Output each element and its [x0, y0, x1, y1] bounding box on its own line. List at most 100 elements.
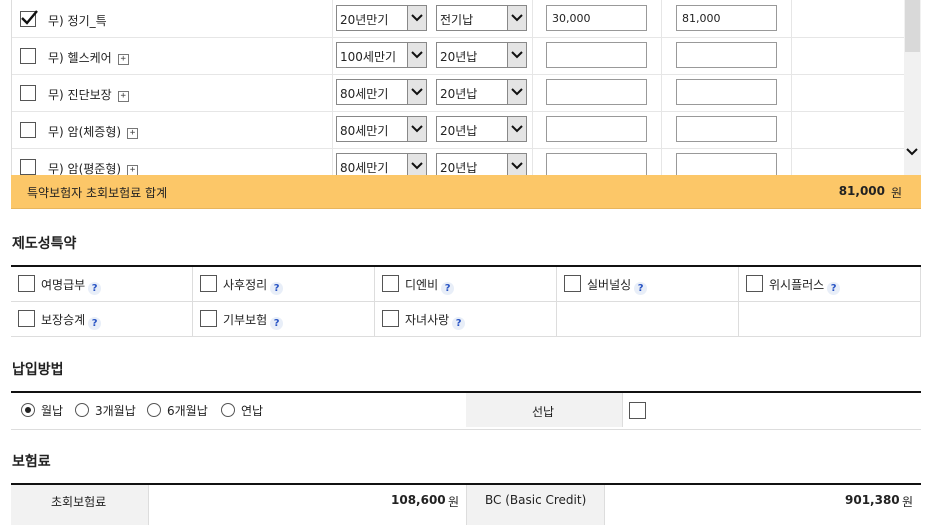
- rider-pay-select[interactable]: 20년납: [436, 79, 527, 105]
- chevron-down-icon[interactable]: [507, 6, 526, 30]
- chevron-down-icon[interactable]: [407, 6, 426, 30]
- rider-period-select[interactable]: 80세만기: [336, 116, 427, 142]
- bc-value: 901,380: [845, 493, 900, 507]
- pay-value: 20년납: [440, 124, 478, 138]
- help-icon[interactable]: ?: [88, 282, 102, 295]
- system-rider-grid: 여명급부? 사후정리? 디엔비? 실버널싱? 위시플러스? 보장승계? 기부보험? 자녀사랑?: [11, 265, 921, 337]
- first-premium-label-cell: 초회보험료: [11, 485, 149, 525]
- first-premium-value: 108,600: [391, 493, 446, 507]
- payment-option-radio[interactable]: [221, 403, 235, 417]
- chevron-down-icon[interactable]: [407, 154, 426, 175]
- rider-checkbox[interactable]: [20, 48, 36, 64]
- chevron-down-icon[interactable]: [407, 80, 426, 104]
- rider-name: 무) 정기_특: [48, 12, 107, 29]
- scrollbar-thumb[interactable]: [905, 0, 920, 52]
- period-value: 100세만기: [340, 50, 397, 64]
- rider-premium-input[interactable]: [676, 42, 777, 68]
- chevron-down-icon[interactable]: [507, 154, 526, 175]
- pay-value: 20년납: [440, 50, 478, 64]
- system-rider-label: 디엔비?: [405, 276, 455, 295]
- payment-option-label[interactable]: 월납: [41, 402, 63, 419]
- chevron-down-icon[interactable]: [407, 117, 426, 141]
- rider-pay-select[interactable]: 20년납: [436, 42, 527, 68]
- expand-plus-icon[interactable]: +: [117, 91, 129, 102]
- payment-option-radio[interactable]: [147, 403, 161, 417]
- help-icon[interactable]: ?: [452, 317, 466, 330]
- expand-plus-icon[interactable]: +: [127, 165, 139, 175]
- help-icon[interactable]: ?: [270, 317, 284, 330]
- system-rider-checkbox[interactable]: [382, 275, 399, 292]
- payment-method-row: 월납 3개월납 6개월납 연납 선납: [11, 391, 921, 430]
- rider-amount-input[interactable]: 30,000: [546, 5, 647, 31]
- help-icon[interactable]: ?: [634, 282, 648, 295]
- rider-checkbox[interactable]: [20, 159, 36, 175]
- system-rider-checkbox[interactable]: [18, 310, 35, 327]
- rider-list: 무) 정기_특 20년만기 전기납 30,000 81,000 무) 헬스케어 +100세만…: [11, 0, 922, 175]
- expand-plus-icon[interactable]: +: [117, 54, 129, 65]
- bc-label-cell: BC (Basic Credit): [466, 485, 605, 525]
- help-icon[interactable]: ?: [88, 317, 102, 330]
- system-rider-checkbox[interactable]: [200, 275, 217, 292]
- rider-checkbox[interactable]: [20, 122, 36, 138]
- rider-amount-input[interactable]: [546, 42, 647, 68]
- help-icon[interactable]: ?: [441, 282, 455, 295]
- pay-value: 20년납: [440, 161, 478, 175]
- help-icon[interactable]: ?: [270, 282, 284, 295]
- summary-value: 81,000: [838, 184, 885, 198]
- rider-pay-select[interactable]: 전기납: [436, 5, 527, 31]
- payment-option-label[interactable]: 3개월납: [95, 402, 136, 419]
- system-rider-checkbox[interactable]: [746, 275, 763, 292]
- chevron-down-icon[interactable]: [407, 43, 426, 67]
- chevron-down-icon[interactable]: [507, 80, 526, 104]
- system-rider-cell: 실버널싱?: [557, 267, 739, 302]
- system-rider-cell: 기부보험?: [193, 302, 375, 337]
- system-rider-checkbox[interactable]: [382, 310, 399, 327]
- rider-pay-select[interactable]: 20년납: [436, 153, 527, 175]
- rider-period-select[interactable]: 80세만기: [336, 153, 427, 175]
- payment-options: 월납 3개월납 6개월납 연납: [11, 393, 467, 427]
- chevron-down-icon[interactable]: [507, 43, 526, 67]
- rider-period-select[interactable]: 20년만기: [336, 5, 427, 31]
- scroll-down-icon[interactable]: [905, 145, 919, 162]
- rider-amount-input[interactable]: [546, 153, 647, 175]
- rider-name-text: 무) 암(체증형): [48, 125, 122, 139]
- period-value: 80세만기: [340, 124, 389, 138]
- system-rider-label-text: 여명급부: [41, 278, 86, 292]
- system-rider-label: 자녀사랑?: [405, 311, 466, 330]
- system-rider-label: 위시플러스?: [769, 276, 841, 295]
- rider-name: 무) 암(체증형) +: [48, 123, 139, 140]
- help-icon[interactable]: ?: [827, 282, 841, 295]
- rider-premium-input[interactable]: [676, 153, 777, 175]
- system-rider-cell: 디엔비?: [375, 267, 557, 302]
- rider-pay-select[interactable]: 20년납: [436, 116, 527, 142]
- system-rider-checkbox[interactable]: [200, 310, 217, 327]
- rider-period-select[interactable]: 80세만기: [336, 79, 427, 105]
- rider-amount-input[interactable]: [546, 79, 647, 105]
- rider-premium-input[interactable]: 81,000: [676, 5, 777, 31]
- payment-option-label[interactable]: 6개월납: [167, 402, 208, 419]
- system-rider-label: 사후정리?: [223, 276, 284, 295]
- rider-row: 무) 헬스케어 +100세만기 20년납: [12, 37, 905, 75]
- system-rider-label-text: 위시플러스: [769, 278, 825, 292]
- rider-period-select[interactable]: 100세만기: [336, 42, 427, 68]
- payment-method-title: 납입방법: [12, 362, 64, 378]
- payment-option-radio[interactable]: [75, 403, 89, 417]
- rider-premium-input[interactable]: [676, 79, 777, 105]
- prepay-checkbox[interactable]: [629, 402, 646, 419]
- rider-amount-input[interactable]: [546, 116, 647, 142]
- system-rider-label-text: 실버널싱: [587, 278, 632, 292]
- rider-checkbox[interactable]: [20, 85, 36, 101]
- chevron-down-icon[interactable]: [507, 117, 526, 141]
- bc-unit: 원: [902, 495, 914, 509]
- rider-checkbox[interactable]: [20, 10, 38, 27]
- system-rider-cell: 보장승계?: [11, 302, 193, 337]
- system-rider-label-text: 자녀사랑: [405, 313, 450, 327]
- payment-option-label[interactable]: 연납: [241, 402, 263, 419]
- expand-plus-icon[interactable]: +: [127, 128, 139, 139]
- rider-name-text: 무) 헬스케어: [48, 51, 112, 65]
- system-rider-checkbox[interactable]: [564, 275, 581, 292]
- rider-premium-input[interactable]: [676, 116, 777, 142]
- payment-option-radio[interactable]: [21, 403, 35, 417]
- system-rider-checkbox[interactable]: [18, 275, 35, 292]
- pay-value: 20년납: [440, 87, 478, 101]
